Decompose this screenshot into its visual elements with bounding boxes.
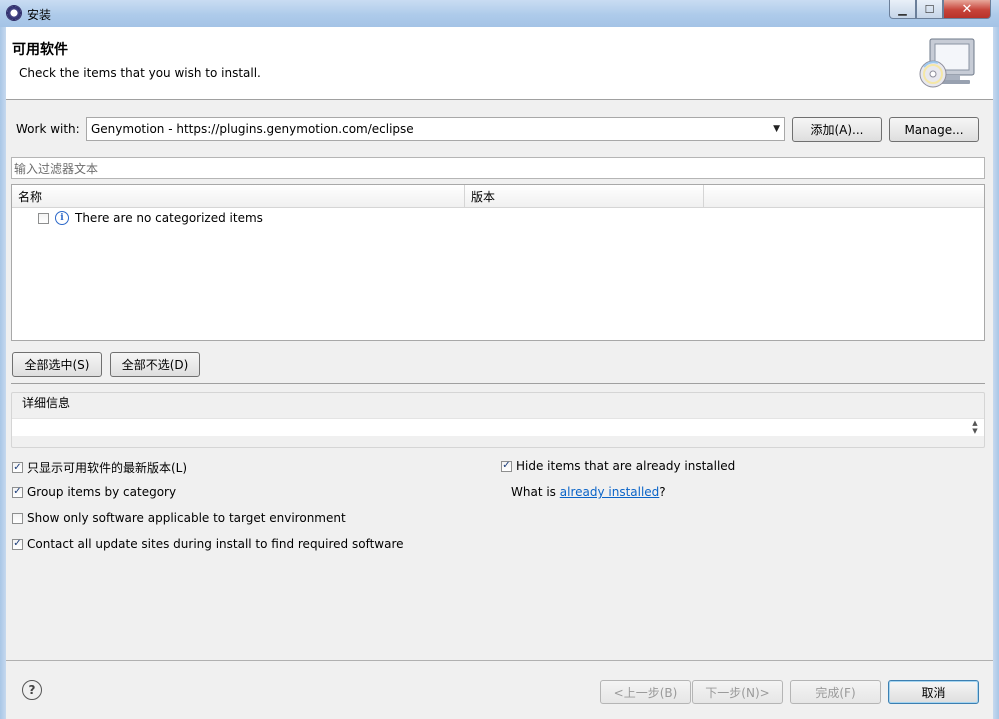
help-icon[interactable]: ? xyxy=(22,680,42,700)
window-title: 安装 xyxy=(27,8,52,22)
add-site-button[interactable]: 添加(A)... xyxy=(792,117,882,142)
select-all-button[interactable]: 全部选中(S) xyxy=(12,352,102,377)
deselect-all-button[interactable]: 全部不选(D) xyxy=(110,352,200,377)
details-group: 详细信息 ▲ ▼ xyxy=(11,392,985,448)
title-bar[interactable]: 安装 ▁ ☐ ✕ xyxy=(0,0,999,28)
filter-input[interactable]: 输入过滤器文本 xyxy=(11,157,985,179)
what-is-suffix: ? xyxy=(659,485,666,499)
tree-row[interactable]: i There are no categorized items xyxy=(38,211,263,225)
latest-versions-checkbox[interactable] xyxy=(12,462,23,473)
dropdown-arrow-icon[interactable]: ▼ xyxy=(773,124,780,134)
info-icon: i xyxy=(55,211,69,225)
page-title: 可用软件 xyxy=(12,42,68,58)
contact-sites-checkbox[interactable] xyxy=(12,538,23,550)
wizard-header: 可用软件 Check the items that you wish to in… xyxy=(6,27,993,100)
manage-sites-button[interactable]: Manage... xyxy=(889,117,979,142)
what-is-prefix: What is xyxy=(511,485,560,499)
minimize-button[interactable]: ▁ xyxy=(889,0,916,19)
latest-versions-label: 只显示可用软件的最新版本(L) xyxy=(27,461,188,475)
applicable-only-label: Show only software applicable to target … xyxy=(27,511,346,525)
tree-row-label: There are no categorized items xyxy=(75,211,263,225)
hide-installed-label: Hide items that are already installed xyxy=(516,459,736,473)
cancel-button[interactable]: 取消 xyxy=(888,680,979,704)
window-frame-right xyxy=(993,27,999,719)
option-hide-installed[interactable]: Hide items that are already installed xyxy=(501,459,735,473)
group-by-category-checkbox[interactable] xyxy=(12,486,23,498)
hide-installed-checkbox[interactable] xyxy=(501,460,512,472)
eclipse-app-icon xyxy=(6,5,22,21)
maximize-button[interactable]: ☐ xyxy=(916,0,943,19)
option-latest-versions[interactable]: 只显示可用软件的最新版本(L) xyxy=(12,459,187,476)
minimize-icon: ▁ xyxy=(898,2,907,16)
tree-header: 名称 版本 xyxy=(12,185,984,208)
close-button[interactable]: ✕ xyxy=(943,0,991,19)
what-is-installed: What is already installed? xyxy=(511,485,666,499)
group-by-category-label: Group items by category xyxy=(27,485,177,499)
details-label: 详细信息 xyxy=(21,394,72,411)
finish-button[interactable]: 完成(F) xyxy=(790,680,881,704)
maximize-icon: ☐ xyxy=(924,2,935,16)
option-contact-sites[interactable]: Contact all update sites during install … xyxy=(12,537,404,551)
footer-separator xyxy=(6,660,993,661)
column-header-name[interactable]: 名称 xyxy=(12,185,465,207)
contact-sites-label: Contact all update sites during install … xyxy=(27,537,404,551)
next-button[interactable]: 下一步(N)> xyxy=(692,680,783,704)
details-scrollbar[interactable]: ▲ ▼ xyxy=(968,419,982,437)
page-description: Check the items that you wish to install… xyxy=(19,66,261,80)
work-with-label: Work with: xyxy=(16,122,80,136)
already-installed-link[interactable]: already installed xyxy=(560,485,660,499)
work-with-value: Genymotion - https://plugins.genymotion.… xyxy=(91,122,414,136)
install-banner-icon xyxy=(919,38,975,88)
back-button[interactable]: <上一步(B) xyxy=(600,680,691,704)
details-text-area[interactable]: ▲ ▼ xyxy=(12,418,984,436)
separator xyxy=(11,383,985,384)
column-header-extra[interactable] xyxy=(704,185,984,207)
option-group-by-category[interactable]: Group items by category xyxy=(12,485,176,499)
window-frame-left xyxy=(0,27,6,719)
software-tree[interactable]: 名称 版本 i There are no categorized items xyxy=(11,184,985,341)
tree-row-checkbox[interactable] xyxy=(38,212,49,224)
close-icon: ✕ xyxy=(961,1,973,17)
applicable-only-checkbox[interactable] xyxy=(12,512,23,524)
option-applicable-only[interactable]: Show only software applicable to target … xyxy=(12,511,346,525)
column-header-version[interactable]: 版本 xyxy=(465,185,704,207)
work-with-combo[interactable]: Genymotion - https://plugins.genymotion.… xyxy=(86,117,785,141)
